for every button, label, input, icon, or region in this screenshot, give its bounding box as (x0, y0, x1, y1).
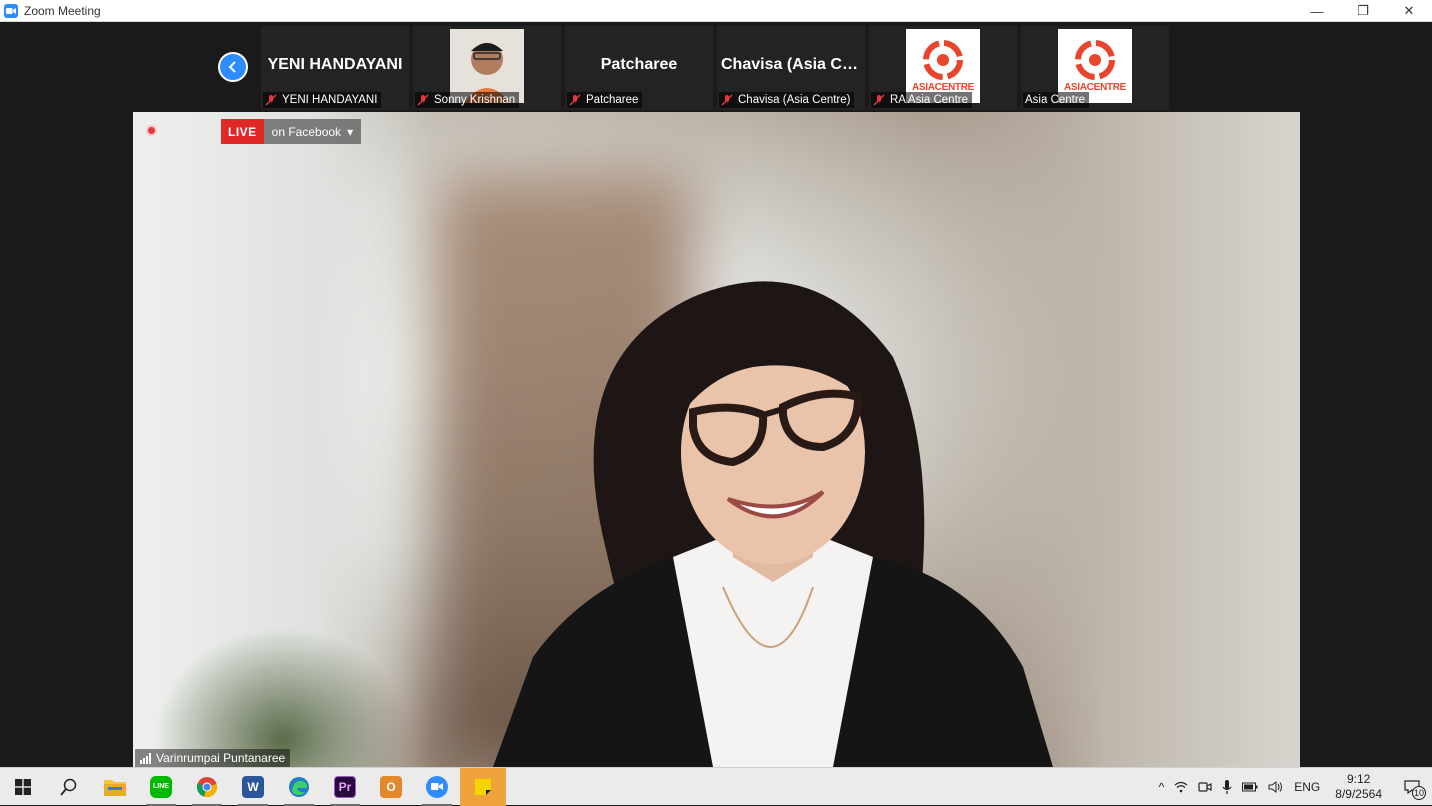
word-icon: W (242, 775, 264, 798)
participant-tile[interactable]: Sonny Krishnan (413, 26, 561, 110)
taskbar-line[interactable]: LINE (138, 768, 184, 806)
speaker-name-tag: Varinrumpai Puntanaree (135, 749, 291, 767)
participant-tile[interactable]: ASIACENTRE Asia Centre (1021, 26, 1169, 110)
chrome-icon (196, 776, 217, 797)
taskbar-outlook[interactable]: O (368, 768, 414, 806)
speaker-name: Varinrumpai Puntanaree (156, 751, 286, 765)
clock-date: 8/9/2564 (1335, 787, 1382, 801)
show-hidden-icons-button[interactable]: ^ (1154, 768, 1170, 806)
participant-name-label: YENI HANDAYANI (263, 92, 382, 108)
participant-strip: YENI HANDAYANI YENI HANDAYANI Sonny Kris… (0, 22, 1432, 112)
input-language-button[interactable]: ENG (1289, 768, 1325, 806)
live-target-label: on Facebook (271, 124, 342, 139)
taskbar-word[interactable]: W (230, 768, 276, 806)
speaker-icon (1268, 781, 1283, 793)
previous-page-button[interactable] (218, 52, 248, 82)
minimize-icon: — (1310, 3, 1324, 19)
chevron-up-icon: ^ (1158, 780, 1165, 794)
logo-text: ASIACENTRE (1063, 81, 1126, 93)
battery-icon (1242, 782, 1258, 792)
logo-text: ASIACENTRE (911, 81, 974, 93)
participant-tile[interactable]: Chavisa (Asia Ce... Chavisa (Asia Centre… (717, 26, 865, 110)
participant-name-label: Chavisa (Asia Centre) (719, 92, 855, 108)
premiere-icon: Pr (334, 775, 356, 798)
windows-icon (15, 778, 31, 795)
microphone-icon (1222, 780, 1232, 794)
muted-mic-icon (873, 94, 885, 106)
active-speaker-video[interactable]: LIVE on Facebook ▾ Varinrumpai Puntanare… (133, 112, 1300, 767)
muted-mic-icon (265, 94, 277, 106)
battery-button[interactable] (1237, 768, 1263, 806)
recording-indicator-icon (146, 125, 157, 136)
participant-tile[interactable]: Patcharee Patcharee (565, 26, 713, 110)
line-icon: LINE (150, 775, 172, 798)
participant-display-name: Patcharee (600, 56, 678, 73)
live-target-dropdown[interactable]: on Facebook ▾ (263, 119, 362, 144)
folder-icon (104, 779, 126, 796)
microphone-button[interactable] (1217, 768, 1237, 806)
close-button[interactable]: ✕ (1386, 0, 1432, 22)
participant-display-name: Chavisa (Asia Ce... (721, 56, 865, 73)
close-icon: ✕ (1403, 3, 1415, 18)
participant-name: Asia Centre (1025, 94, 1086, 106)
participant-name-label: Sonny Krishnan (415, 92, 520, 108)
edge-icon (289, 776, 309, 797)
windows-taskbar: LINE W Pr O ^ ENG 9:12 8/9/2564 10 (0, 767, 1432, 806)
start-button[interactable] (0, 768, 46, 806)
signal-strength-icon (140, 752, 151, 764)
muted-mic-icon (569, 94, 581, 106)
clock-button[interactable]: 9:12 8/9/2564 (1325, 768, 1392, 806)
participant-name: Patcharee (586, 94, 639, 106)
meet-now-button[interactable] (1193, 768, 1217, 806)
taskbar-edge[interactable] (276, 768, 322, 806)
clock-time: 9:12 (1346, 772, 1371, 786)
wifi-icon (1174, 781, 1188, 793)
muted-mic-icon (417, 94, 429, 106)
network-button[interactable] (1169, 768, 1193, 806)
participant-tile[interactable]: YENI HANDAYANI YENI HANDAYANI (261, 26, 409, 110)
sticky-notes-icon (475, 778, 491, 795)
participant-name: YENI HANDAYANI (282, 94, 378, 106)
participant-name: RA Asia Centre (890, 94, 968, 106)
action-center-button[interactable]: 10 (1392, 768, 1432, 806)
minimize-button[interactable]: — (1294, 0, 1340, 22)
taskbar-file-explorer[interactable] (92, 768, 138, 806)
participant-name-label: Patcharee (567, 92, 643, 108)
taskbar-zoom[interactable] (414, 768, 460, 806)
participant-name: Sonny Krishnan (434, 94, 516, 106)
chevron-left-icon (228, 61, 236, 73)
window-title: Zoom Meeting (24, 3, 101, 18)
live-stream-indicator[interactable]: LIVE on Facebook ▾ (221, 119, 362, 144)
participant-name-label: Asia Centre (1023, 92, 1090, 108)
speaker-figure (493, 281, 1053, 767)
participant-display-name: YENI HANDAYANI (267, 56, 403, 73)
restore-button[interactable]: ❐ (1340, 0, 1386, 22)
camera-icon (1198, 782, 1212, 792)
volume-button[interactable] (1263, 768, 1289, 806)
zoom-app-icon (4, 3, 18, 18)
taskbar-sticky-notes[interactable] (460, 767, 506, 806)
background-blur (153, 627, 413, 767)
zoom-icon (426, 775, 448, 798)
window-titlebar: Zoom Meeting — ❐ ✕ (0, 0, 1432, 22)
taskbar-chrome[interactable] (184, 768, 230, 806)
participant-name: Chavisa (Asia Centre) (738, 94, 851, 106)
restore-icon: ❐ (1357, 3, 1369, 18)
chevron-down-icon: ▾ (347, 124, 354, 139)
outlook-icon: O (380, 775, 402, 798)
participant-name-label: RA Asia Centre (871, 92, 972, 108)
taskbar-premiere[interactable]: Pr (322, 768, 368, 806)
search-button[interactable] (46, 768, 92, 806)
notification-count-badge: 10 (1412, 786, 1426, 800)
participant-tile[interactable]: ASIACENTRE RA Asia Centre (869, 26, 1017, 110)
live-badge: LIVE (221, 119, 264, 144)
search-icon (60, 778, 77, 796)
muted-mic-icon (721, 94, 733, 106)
system-tray: ^ ENG 9:12 8/9/2564 10 (1154, 768, 1432, 806)
